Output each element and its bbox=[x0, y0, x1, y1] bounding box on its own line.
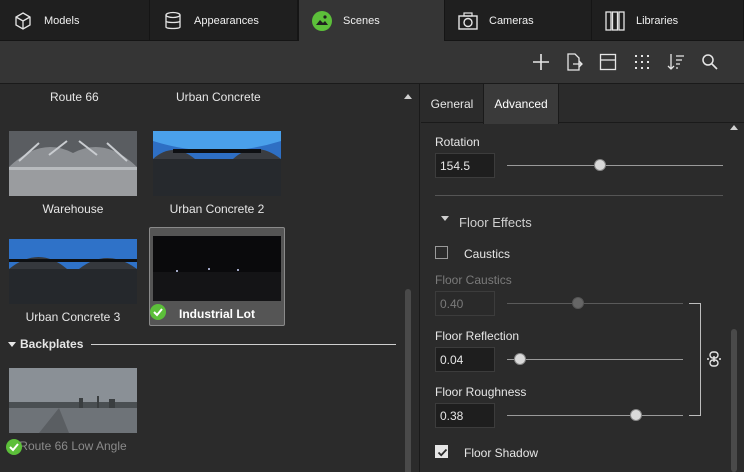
caustics-checkbox[interactable] bbox=[435, 246, 448, 259]
scene-library-panel: Route 66 Urban Concrete Warehouse Urban … bbox=[0, 84, 420, 472]
scroll-up-arrow-icon[interactable] bbox=[404, 94, 412, 99]
tab-appearances[interactable]: Appearances bbox=[150, 0, 298, 41]
floor-roughness-label: Floor Roughness bbox=[435, 385, 527, 399]
floor-effects-header[interactable]: Floor Effects bbox=[459, 215, 532, 230]
panel-button[interactable] bbox=[597, 51, 619, 73]
cube-icon bbox=[12, 10, 34, 32]
scene-name: Industrial Lot bbox=[179, 307, 255, 321]
scene-thumbnail bbox=[9, 239, 137, 304]
floor-caustics-input: 0.40 bbox=[435, 291, 495, 316]
sort-button[interactable] bbox=[665, 51, 687, 73]
scene-name: Urban Concrete 3 bbox=[25, 310, 121, 324]
add-icon bbox=[533, 54, 549, 70]
tab-general[interactable]: General bbox=[421, 84, 483, 123]
backplates-section-header[interactable]: Backplates bbox=[8, 337, 396, 351]
scene-name-route-66[interactable]: Route 66 bbox=[50, 90, 99, 104]
scene-tile-industrial-lot[interactable]: Industrial Lot bbox=[149, 227, 285, 326]
link-bracket bbox=[689, 303, 701, 416]
tab-label: Models bbox=[44, 14, 80, 27]
scene-image-icon bbox=[311, 10, 333, 32]
tab-cameras[interactable]: Cameras bbox=[445, 0, 592, 41]
floor-roughness-input[interactable]: 0.38 bbox=[435, 403, 495, 428]
link-chain-icon[interactable] bbox=[705, 350, 723, 368]
tab-label: Scenes bbox=[343, 15, 380, 27]
properties-tabs: General Advanced bbox=[421, 84, 744, 124]
section-divider bbox=[91, 343, 396, 345]
floor-roughness-slider-knob[interactable] bbox=[630, 409, 642, 421]
floor-caustics-label: Floor Caustics bbox=[435, 273, 512, 287]
checkmark-icon bbox=[437, 448, 448, 457]
add-button[interactable] bbox=[530, 51, 552, 73]
scroll-up-arrow-icon[interactable] bbox=[730, 125, 738, 130]
applied-check-icon bbox=[150, 304, 166, 320]
top-tab-bar: Models Appearances Scenes Cameras Librar… bbox=[0, 0, 744, 42]
tab-models[interactable]: Models bbox=[0, 0, 150, 41]
scene-name-urban-concrete[interactable]: Urban Concrete bbox=[176, 90, 261, 104]
toolbar bbox=[0, 41, 744, 84]
caustics-label: Caustics bbox=[464, 247, 511, 261]
tab-scenes[interactable]: Scenes bbox=[298, 0, 445, 42]
database-icon bbox=[162, 10, 184, 32]
grid-icon bbox=[635, 55, 649, 69]
right-scrollbar-thumb[interactable] bbox=[731, 329, 737, 472]
floor-roughness-slider-track[interactable] bbox=[507, 415, 683, 416]
export-button[interactable] bbox=[563, 51, 585, 73]
scene-tile-warehouse[interactable]: Warehouse bbox=[8, 131, 138, 216]
scene-thumbnail bbox=[9, 131, 137, 196]
sort-icon bbox=[667, 54, 684, 70]
collapse-triangle-icon bbox=[8, 341, 16, 347]
search-button[interactable] bbox=[699, 51, 721, 73]
properties-panel: General Advanced Rotation 154.5 Floor Ef… bbox=[421, 84, 744, 472]
rotation-slider-knob[interactable] bbox=[594, 159, 606, 171]
scrollbar-thumb[interactable] bbox=[405, 289, 411, 472]
applied-check-icon bbox=[6, 439, 22, 455]
rotation-input[interactable]: 154.5 bbox=[435, 153, 495, 178]
backplate-name: Route 66 Low Angle bbox=[19, 439, 127, 453]
grid-view-button[interactable] bbox=[631, 51, 653, 73]
backplate-tile-route-66-low-angle[interactable]: Route 66 Low Angle bbox=[8, 368, 138, 453]
libraries-icon bbox=[604, 10, 626, 32]
scene-thumbnail bbox=[153, 131, 281, 196]
floor-reflection-slider-knob[interactable] bbox=[514, 353, 526, 365]
tab-label: Appearances bbox=[194, 14, 259, 27]
tab-label: Cameras bbox=[489, 14, 534, 27]
scene-tile-urban-concrete-3[interactable]: Urban Concrete 3 bbox=[8, 239, 138, 324]
export-icon bbox=[567, 53, 583, 71]
left-scrollbar[interactable] bbox=[404, 94, 412, 472]
scene-name: Warehouse bbox=[42, 202, 104, 216]
floor-shadow-label: Floor Shadow bbox=[464, 446, 539, 460]
rotation-label: Rotation bbox=[435, 135, 480, 149]
search-icon bbox=[702, 54, 718, 70]
scene-tile-urban-concrete-2[interactable]: Urban Concrete 2 bbox=[152, 131, 282, 216]
tab-libraries[interactable]: Libraries bbox=[592, 0, 744, 41]
camera-icon bbox=[457, 10, 479, 32]
panel-icon bbox=[599, 53, 617, 71]
section-title: Backplates bbox=[20, 337, 84, 351]
scene-thumbnail bbox=[153, 236, 281, 301]
floor-shadow-checkbox[interactable] bbox=[435, 445, 448, 458]
floor-reflection-label: Floor Reflection bbox=[435, 329, 520, 343]
tab-label: Libraries bbox=[636, 14, 679, 27]
floor-reflection-slider-track[interactable] bbox=[507, 359, 683, 360]
backplate-thumbnail bbox=[9, 368, 137, 433]
floor-reflection-input[interactable]: 0.04 bbox=[435, 347, 495, 372]
scene-name: Urban Concrete 2 bbox=[169, 202, 265, 216]
tab-advanced[interactable]: Advanced bbox=[483, 84, 559, 124]
section-divider bbox=[435, 195, 723, 196]
floor-caustics-slider-track bbox=[507, 303, 683, 304]
floor-caustics-slider-knob bbox=[572, 297, 584, 309]
collapse-triangle-icon[interactable] bbox=[441, 216, 449, 221]
rotation-slider-track[interactable] bbox=[507, 165, 723, 166]
